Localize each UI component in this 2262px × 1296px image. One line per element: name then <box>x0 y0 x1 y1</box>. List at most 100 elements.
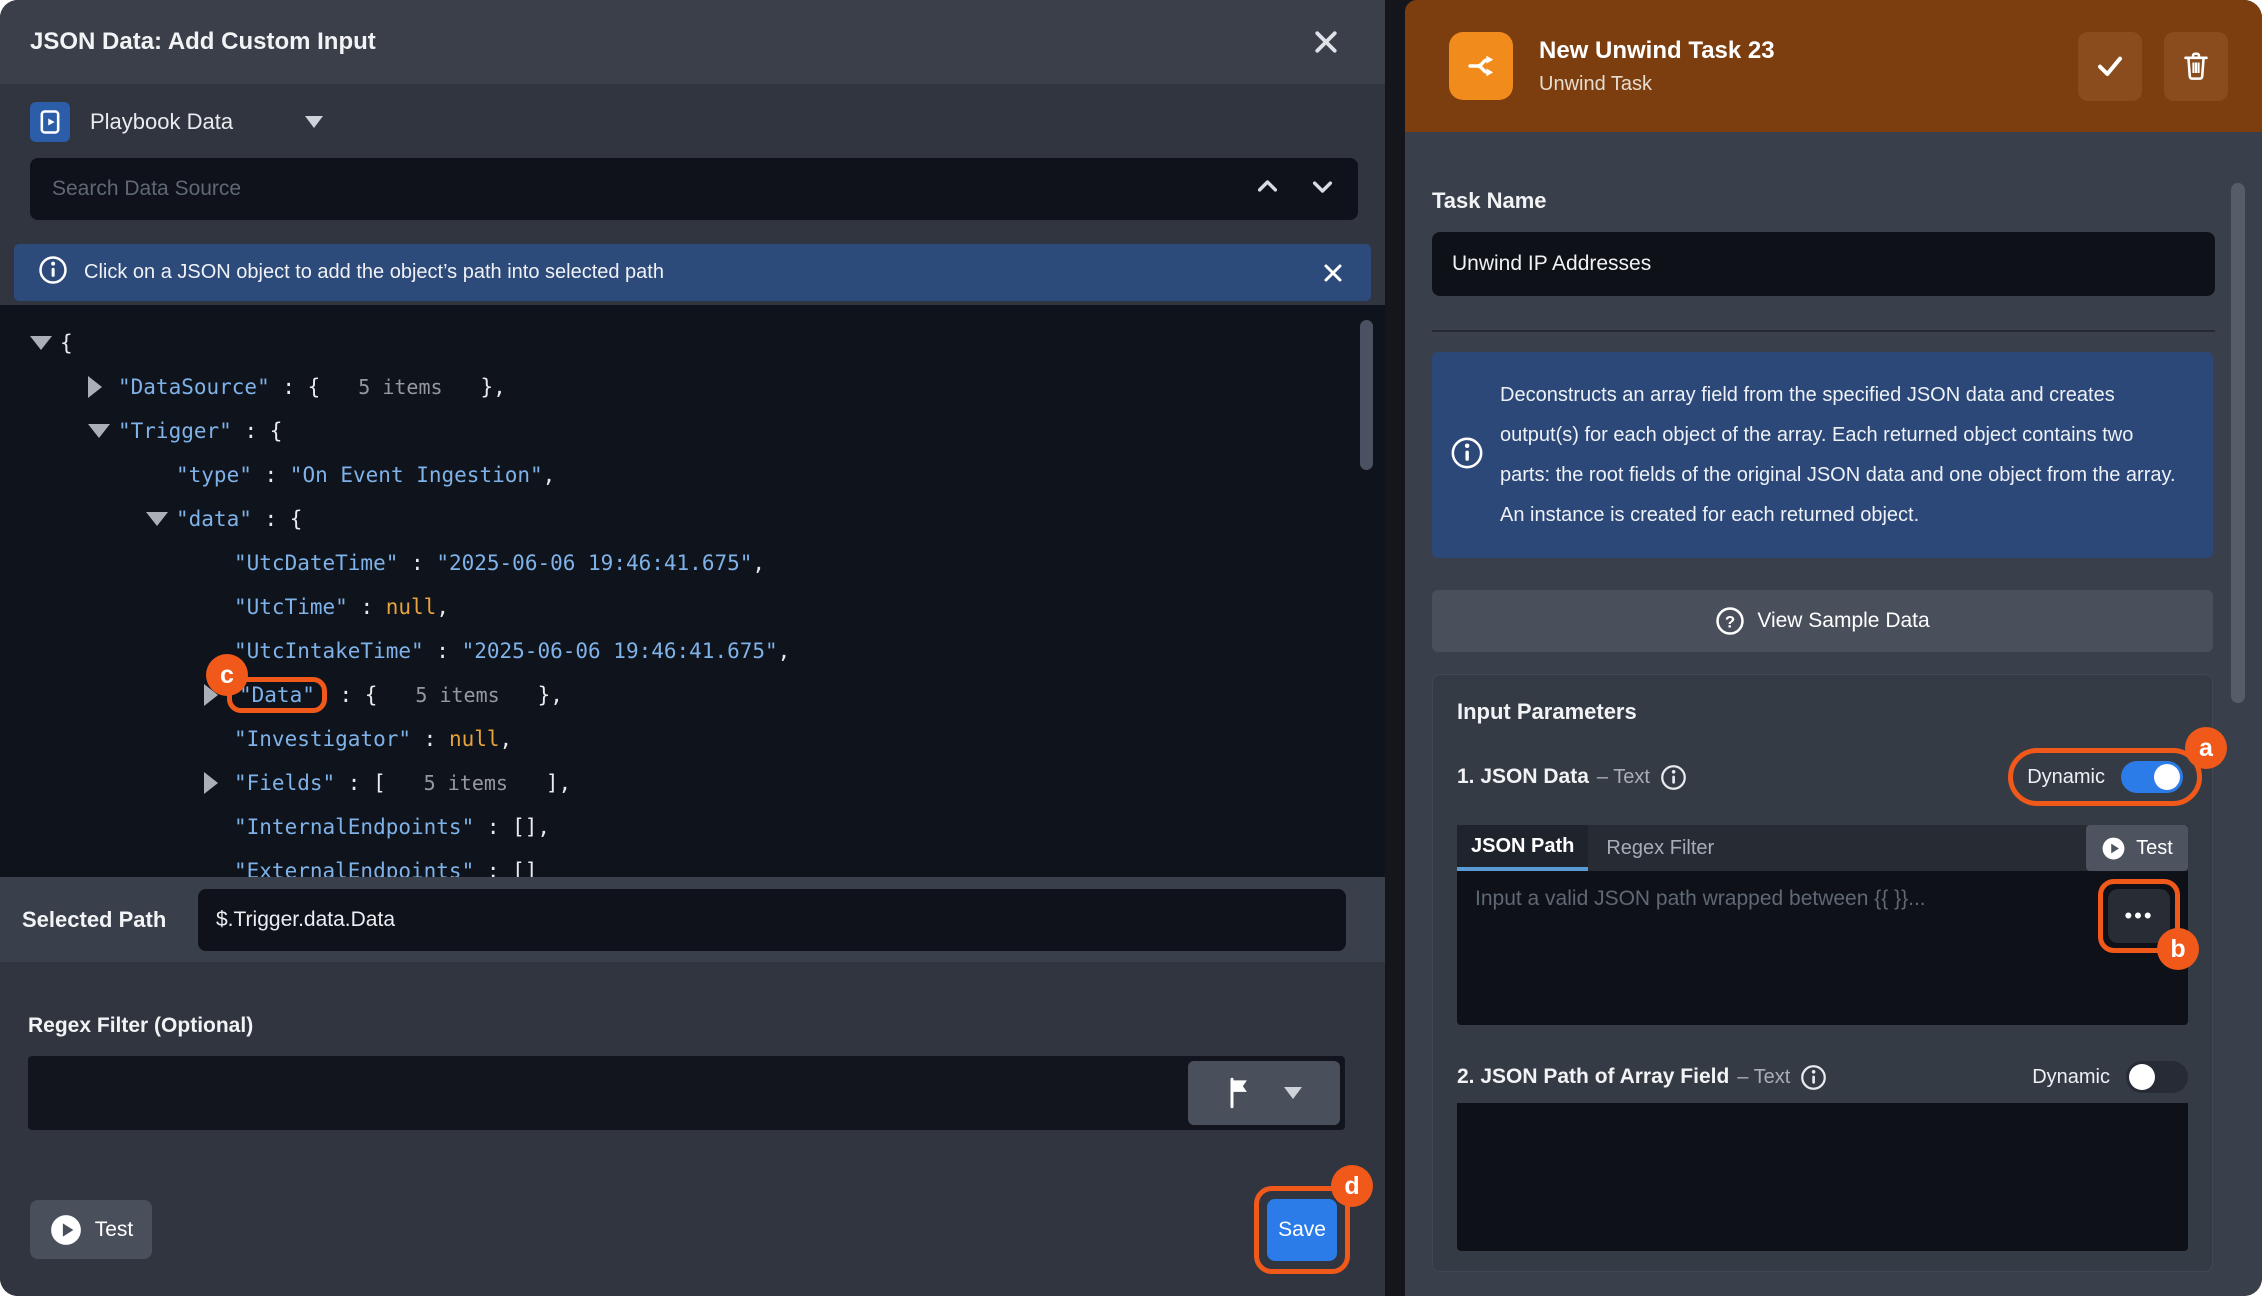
json-segment: ], <box>508 771 571 795</box>
annotation-ring-a: Dynamic a <box>2008 748 2202 806</box>
json-segment: "Data" <box>239 683 315 707</box>
chevron-up-icon[interactable] <box>1254 173 1281 205</box>
delete-button[interactable] <box>2164 32 2228 101</box>
array-field-input[interactable] <box>1457 1103 2188 1251</box>
json-row[interactable]: "Fields" : [ 5 items ], <box>0 761 1385 805</box>
json-row[interactable]: "Trigger" : { <box>0 409 1385 453</box>
task-name-input[interactable] <box>1432 232 2215 296</box>
json-row[interactable]: "type" : "On Event Ingestion", <box>0 453 1385 497</box>
json-segment: "ExternalEndpoints" <box>234 859 474 877</box>
json-row[interactable]: "DataSource" : { 5 items }, <box>0 365 1385 409</box>
expand-triangle-icon[interactable] <box>204 772 234 794</box>
json-segment: "On Event Ingestion" <box>290 463 543 487</box>
confirm-button[interactable] <box>2078 32 2142 101</box>
param-2-label: 2. JSON Path of Array Field <box>1457 1065 1729 1089</box>
json-segment: : { <box>252 507 303 531</box>
divider <box>1432 330 2215 332</box>
json-row[interactable]: "data" : { <box>0 497 1385 541</box>
json-row[interactable]: "InternalEndpoints" : [], <box>0 805 1385 849</box>
json-data-dialog: JSON Data: Add Custom Input Playbook Dat… <box>0 0 1385 1296</box>
playbook-data-icon <box>30 102 70 142</box>
banner-close-icon[interactable] <box>1319 259 1347 287</box>
json-segment: }, <box>443 375 506 399</box>
json-row[interactable]: "Data"c : { 5 items }, <box>0 673 1385 717</box>
chevron-down-icon[interactable] <box>305 116 323 128</box>
test-button[interactable]: Test <box>30 1200 152 1259</box>
info-icon[interactable] <box>1800 1064 1827 1091</box>
tab-json-path[interactable]: JSON Path <box>1457 825 1588 871</box>
json-segment: "DataSource" <box>118 375 270 399</box>
json-segment: { <box>60 331 73 355</box>
json-segment: "Trigger" <box>118 419 232 443</box>
regex-filter-input[interactable] <box>28 1056 1345 1130</box>
regex-flags-dropdown[interactable] <box>1188 1061 1340 1125</box>
annotation-ring-c: "Data"c <box>227 677 327 713</box>
param-1-label: 1. JSON Data <box>1457 765 1589 789</box>
data-source-picker[interactable]: Playbook Data <box>30 96 323 148</box>
task-description: Deconstructs an array field from the spe… <box>1500 375 2185 535</box>
dialog-header: JSON Data: Add Custom Input <box>0 0 1385 84</box>
json-segment: : <box>348 595 386 619</box>
data-source-label: Playbook Data <box>90 109 233 135</box>
dialog-title: JSON Data: Add Custom Input <box>30 28 376 56</box>
chevron-down-icon[interactable] <box>1309 173 1336 205</box>
close-icon[interactable] <box>1309 25 1343 59</box>
json-segment: : { <box>327 683 416 707</box>
json-row[interactable]: "ExternalEndpoints" : [] <box>0 849 1385 877</box>
task-name-label: Task Name <box>1432 188 1547 214</box>
search-input[interactable] <box>52 177 1236 201</box>
toggle-knob <box>2154 764 2180 790</box>
flag-icon <box>1226 1077 1254 1109</box>
json-segment: "UtcDateTime" <box>234 551 398 575</box>
play-circle-icon <box>49 1213 83 1247</box>
json-row[interactable]: "UtcTime" : null, <box>0 585 1385 629</box>
dynamic-toggle-2[interactable] <box>2126 1061 2188 1093</box>
collapse-triangle-icon[interactable] <box>30 336 60 350</box>
json-segment: "data" <box>176 507 252 531</box>
unwind-task-panel: New Unwind Task 23 Unwind Task Task Name… <box>1405 0 2262 1296</box>
json-segment: : <box>411 727 449 751</box>
expand-triangle-icon[interactable] <box>88 376 118 398</box>
panel-scrollbar-thumb[interactable] <box>2231 183 2245 703</box>
search-bar <box>30 158 1358 220</box>
param-test-button[interactable]: Test <box>2086 825 2188 871</box>
save-button[interactable]: Save <box>1267 1199 1337 1261</box>
dynamic-toggle-1[interactable] <box>2121 761 2183 793</box>
json-path-input[interactable] <box>1457 871 2188 1025</box>
json-row[interactable]: { <box>0 321 1385 365</box>
annotation-badge-d: d <box>1331 1165 1373 1207</box>
param-2-type: – Text <box>1737 1066 1790 1089</box>
json-row[interactable]: "UtcDateTime" : "2025-06-06 19:46:41.675… <box>0 541 1385 585</box>
dynamic-label-1: Dynamic <box>2027 766 2105 789</box>
selected-path-label: Selected Path <box>22 907 198 933</box>
collapse-triangle-icon[interactable] <box>88 424 118 438</box>
dynamic-label-2: Dynamic <box>2032 1066 2110 1089</box>
json-row[interactable]: "Investigator" : null, <box>0 717 1385 761</box>
task-subtitle: Unwind Task <box>1539 73 1775 96</box>
json-segment: "UtcTime" <box>234 595 348 619</box>
json-segment: : [] <box>474 859 537 877</box>
json-segment: : <box>424 639 462 663</box>
json-segment: : [ <box>335 771 424 795</box>
json-segment: 5 items <box>358 375 442 399</box>
json-segment: : { <box>270 375 359 399</box>
json-segment: , <box>778 639 791 663</box>
view-sample-data-button[interactable]: ? View Sample Data <box>1432 590 2213 652</box>
json-segment: , <box>500 727 513 751</box>
checkmark-icon <box>2094 50 2126 82</box>
regex-filter-label: Regex Filter (Optional) <box>28 1014 253 1038</box>
json-segment: : <box>398 551 436 575</box>
json-scrollbar-thumb[interactable] <box>1360 320 1373 470</box>
tab-regex-filter[interactable]: Regex Filter <box>1588 825 1732 871</box>
svg-text:?: ? <box>1725 612 1735 631</box>
selected-path-input[interactable] <box>198 889 1346 951</box>
info-icon[interactable] <box>1660 764 1687 791</box>
json-segment: 5 items <box>415 683 499 707</box>
collapse-triangle-icon[interactable] <box>146 512 176 526</box>
task-panel-header: New Unwind Task 23 Unwind Task <box>1405 0 2262 132</box>
json-segment: , <box>543 463 556 487</box>
json-path-field-wrap: ••• b <box>1457 871 2188 1025</box>
task-description-box: Deconstructs an array field from the spe… <box>1432 352 2213 558</box>
info-icon <box>1450 436 1484 475</box>
param-2-row: 2. JSON Path of Array Field – Text Dynam… <box>1457 1055 2188 1099</box>
